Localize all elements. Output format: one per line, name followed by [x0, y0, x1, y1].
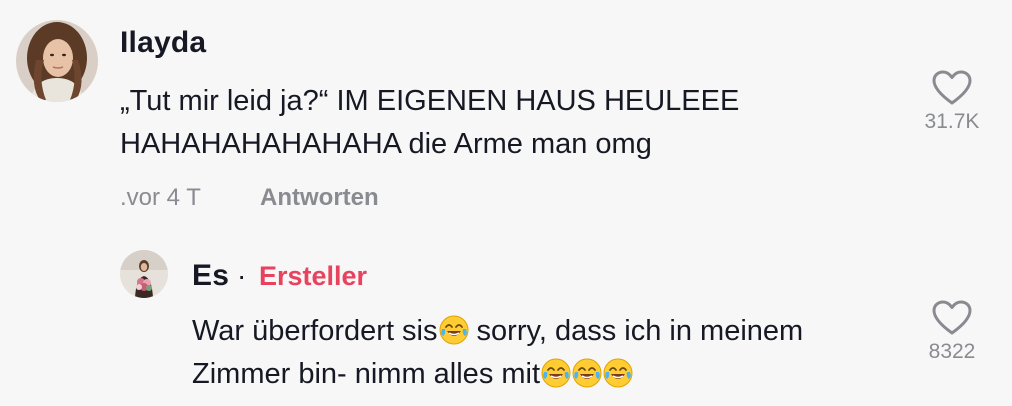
creator-badge: Ersteller — [259, 261, 368, 291]
reply-avatar[interactable] — [120, 250, 168, 298]
comment-text-line-2: HAHAHAHAHAHAHA die Arme man omg — [120, 128, 652, 160]
reply-like-group: 8322 — [912, 300, 992, 364]
face-with-tears-of-joy-emoji — [572, 358, 602, 388]
face-with-tears-of-joy-emoji — [541, 358, 571, 388]
reply-button[interactable]: Antworten — [260, 184, 379, 212]
commenter-username[interactable]: Ilayda — [120, 26, 206, 60]
username-separator: · — [237, 260, 247, 291]
comment-like-group: 31.7K — [912, 70, 992, 134]
face-with-tears-of-joy-emoji — [439, 315, 468, 345]
reply-text-line-1: War überfordert sis sorry, dass ich in m… — [192, 309, 803, 353]
reply-text-line-2: Zimmer bin- nimm alles mit — [192, 352, 633, 396]
reply-text-segment-2: sorry, dass ich in meinem — [468, 315, 804, 347]
face-with-tears-of-joy-emoji — [603, 358, 633, 388]
commenter-avatar[interactable] — [16, 20, 98, 102]
reply-text-segment-1: War überfordert sis — [192, 315, 438, 347]
reply-text-segment-3: Zimmer bin- nimm alles mit — [192, 358, 541, 390]
comment-timestamp: .vor 4 T — [120, 184, 201, 211]
reply-username[interactable]: Es — [192, 259, 229, 293]
heart-outline-icon[interactable] — [932, 70, 972, 106]
comment-like-count: 31.7K — [924, 110, 980, 133]
heart-outline-icon[interactable] — [932, 300, 972, 336]
comment-text-line-1: „Tut mir leid ja?“ IM EIGENEN HAUS HEULE… — [120, 85, 740, 117]
reply-like-count: 8322 — [928, 340, 976, 363]
comment-thread: Ilayda „Tut mir leid ja?“ IM EIGENEN HAU… — [0, 0, 1012, 406]
